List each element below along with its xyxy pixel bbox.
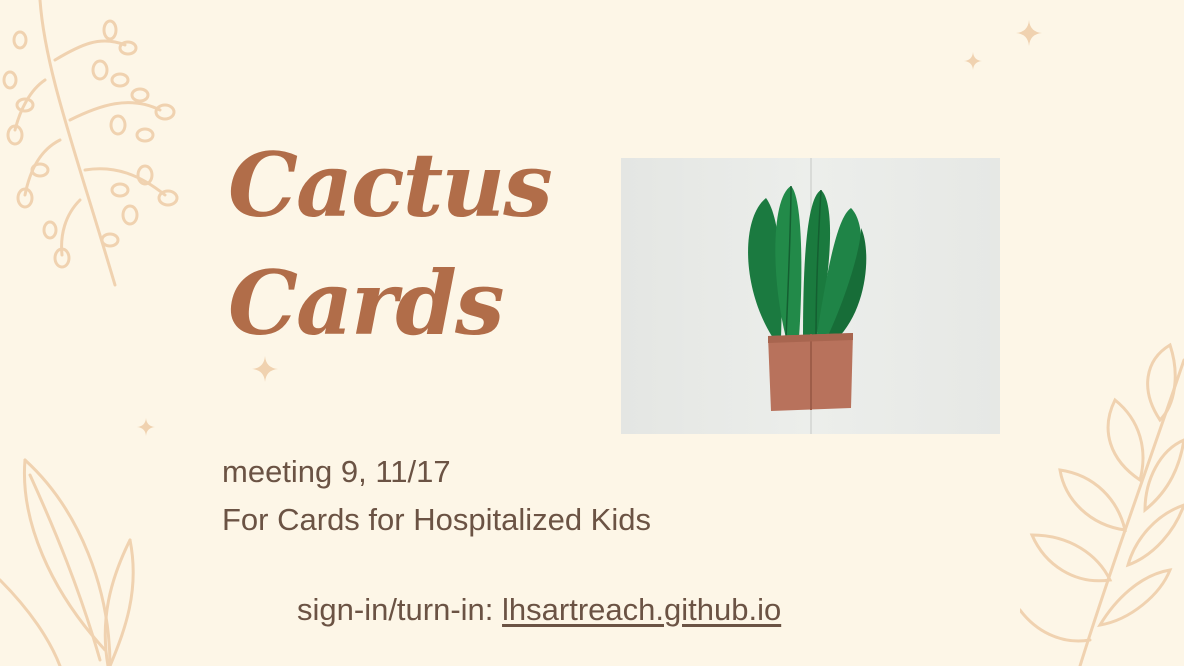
cactus-card-photo [621,158,1000,434]
sparkle-icon [1016,20,1042,46]
meeting-info: meeting 9, 11/17 [222,454,451,489]
sparkle-icon [964,52,982,70]
organization-name: For Cards for Hospitalized Kids [222,502,651,537]
leaf-branch-decoration-right [1020,342,1184,666]
berry-branch-decoration [2,0,179,287]
subtitle-block: meeting 9, 11/17 For Cards for Hospitali… [222,448,651,544]
sparkle-icon [137,418,155,436]
signin-label: sign-in/turn-in: [297,592,503,627]
title-line-1: Cactus [228,133,553,237]
title-line-2: Cards [228,251,504,355]
slide: Cactus Cards meeting 9, 11/17 For Cards … [0,0,1184,666]
leaf-decoration-left [0,458,135,666]
slide-title: Cactus Cards [228,126,553,362]
pot-icon [768,333,853,411]
signin-line: sign-in/turn-in: lhsartreach.github.io [297,590,781,630]
signin-link[interactable]: lhsartreach.github.io [502,592,781,627]
